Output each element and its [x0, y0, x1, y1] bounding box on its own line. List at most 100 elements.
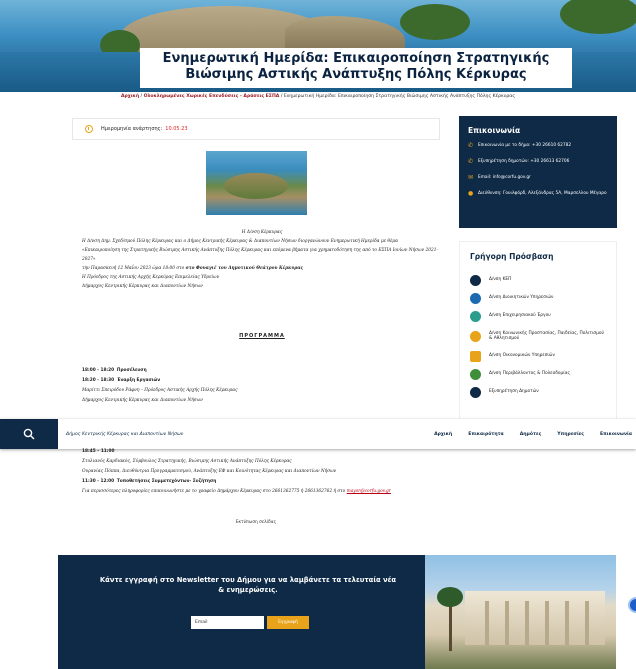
photo-column — [545, 601, 549, 645]
article-paragraph: Η Δ/νση Δημ. Σχεδ/σμού Πόλης Κέρκυρας κα… — [82, 239, 398, 244]
nav-citizens[interactable]: Δημότες — [520, 432, 542, 437]
newsletter-heading: Κάντε εγγραφή στο Newsletter του Δήμου γ… — [99, 576, 397, 594]
contact-box: Επικοινωνία ✆ Επικοινωνία με το δήμο: +30… — [459, 116, 617, 228]
nav-news[interactable]: Επικαιρότητα — [468, 432, 504, 437]
building-icon — [470, 274, 481, 286]
photo-column — [505, 601, 509, 645]
breadcrumb-home[interactable]: Αρχική — [121, 94, 139, 99]
print-link[interactable]: Εκτύπωση σελίδας — [0, 520, 512, 525]
program-list: 18:00 - 18:20 Προσέλευση 18:20 - 18:30 Έ… — [82, 366, 442, 406]
program-item: 18:45 – 11:00 — [82, 447, 442, 457]
program-time: 18:00 - 18:20 — [82, 368, 115, 373]
quick-link-label: Δ/νση Περιβάλλοντος & Πολεοδομίας — [489, 371, 570, 377]
program-item: 18:00 - 18:20 Προσέλευση — [82, 366, 442, 376]
article-paragraph: Δήμαρχος Κεντρικής Κέρκυρας και Διαποντί… — [82, 284, 203, 289]
newsletter-submit-button[interactable]: Εγγραφή — [267, 616, 309, 629]
program-item: 18:20 - 18:30 Έναρξη Εργασιών — [82, 376, 442, 386]
users-icon — [470, 292, 481, 304]
program-detail: Δήμαρχος Κεντρικής Κέρκυρας και Διαποντί… — [82, 398, 203, 403]
nav-home[interactable]: Αρχική — [434, 432, 452, 437]
main-menu: Αρχική Επικαιρότητα Δημότες Υπηρεσίες Επ… — [418, 432, 632, 437]
contact-row[interactable]: ✆ Επικοινωνία με το δήμο: +30 26610 62782 — [468, 143, 608, 159]
mail-icon: ✉ — [468, 174, 474, 181]
newsletter-email-input[interactable]: Email — [191, 616, 264, 629]
quick-link-label: Δ/νση Κοινωνικής Προστασίας, Παιδείας, Π… — [489, 330, 604, 342]
quick-link-label: Δ/νση ΚΕΠ — [489, 277, 512, 283]
phone-icon: ✆ — [468, 158, 474, 165]
phone-icon: ✆ — [468, 142, 474, 149]
program-title: Τοποθετήσεις Συμμετεχόντων- Συζήτηση — [116, 479, 217, 484]
title-box: Ενημερωτική Ημερίδα: Επικαιροποίηση Στρα… — [140, 48, 572, 88]
program-title: Έναρξη Εργασιών — [116, 378, 161, 383]
hero-tree — [560, 0, 636, 34]
program-detail: Στυλιανός Καρδιακός, Σύμβουλος Στρατηγικ… — [82, 459, 292, 464]
article-paragraph: «Επικαιροποίηση της Στρατηγικής Βιώσιμης… — [82, 248, 438, 262]
quick-link[interactable]: Δ/νση Επιχειρησιακού Έργου — [470, 307, 606, 325]
contact-note-text: Για περισσότερες πληροφορίες επικοινωνήσ… — [82, 489, 346, 494]
contact-text: Διεύθυνση: Γουιλφόρδ, Αλεξάνδρας 5Α, Μαρ… — [478, 191, 607, 196]
quick-link[interactable]: Δ/νση Οικονομικών Υπηρεσιών — [470, 347, 606, 365]
search-button[interactable] — [0, 419, 58, 449]
photo-column — [585, 601, 589, 645]
clock-icon — [85, 125, 93, 133]
quick-link-label: Εξυπηρέτηση Δημοτών — [489, 389, 539, 395]
mayor-email-link[interactable]: mayor@corfu.gov.gr — [347, 489, 391, 494]
hero-banner: Ενημερωτική Ημερίδα: Επικαιροποίηση Στρα… — [0, 0, 636, 92]
program-heading: ΠΡΟΓΡΑΜΜΑ — [239, 333, 285, 339]
contact-text: Επικοινωνία με το δήμο: +30 26610 62782 — [478, 143, 572, 148]
photo-caption: Η Δ/νση Κέρκυρας — [241, 230, 283, 235]
program-detail: Μαρίττι Σπειρόδου Ράφνη – Πρόεδρος Αστικ… — [82, 388, 238, 393]
breadcrumb-section[interactable]: Ολοκληρωμένες Χωρικές Επενδύσεις - Δράσε… — [144, 94, 280, 99]
contact-row[interactable]: ● Διεύθυνση: Γουιλφόρδ, Αλεξάνδρας 5Α, Μα… — [468, 191, 608, 213]
date-value: 10.05.23 — [165, 126, 188, 132]
article-photo — [206, 151, 307, 215]
quick-link[interactable]: Δ/νση ΚΕΠ — [470, 271, 606, 289]
finance-icon — [470, 350, 481, 362]
sticky-navbar: Δήμος Κεντρικής Κέρκυρας και Διαποντίων … — [0, 419, 636, 449]
program-list-continued: 18:45 – 11:00 Στυλιανός Καρδιακός, Σύμβο… — [82, 447, 442, 497]
photo-column — [485, 601, 489, 645]
contact-heading: Επικοινωνία — [468, 126, 521, 135]
palm-tree — [437, 587, 463, 651]
social-icon — [470, 330, 481, 342]
program-time: 18:45 – 11:00 — [82, 449, 115, 454]
post-date: Ημερομηνία ανάρτησης: 10.05.23 — [72, 118, 440, 140]
breadcrumb-current: Ενημερωτική Ημερίδα: Επικαιροποίηση Στρα… — [283, 94, 516, 99]
hero-tree — [400, 4, 470, 40]
quick-link[interactable]: Δ/νση Κοινωνικής Προστασίας, Παιδείας, Π… — [470, 325, 606, 347]
quick-link[interactable]: Δ/νση Διοικητικών Υπηρεσιών — [470, 289, 606, 307]
article-paragraph: την Παρασκευή 12 Μαΐου 2023 ώρα 18:00 στ… — [82, 264, 442, 273]
breadcrumb: Αρχική / Ολοκληρωμένες Χωρικές Επενδύσει… — [0, 94, 636, 99]
article-body: Η Δ/νση Κέρκυρας Η Δ/νση Δημ. Σχεδ/σμού … — [82, 228, 442, 291]
newsletter-photo — [425, 555, 616, 669]
quick-access-box: Γρήγορη Πρόσβαση Δ/νση ΚΕΠ Δ/νση Διοικητ… — [459, 241, 617, 421]
quick-link[interactable]: Εξυπηρέτηση Δημοτών — [470, 383, 606, 401]
contact-text: Εξυπηρέτηση δημοτών: +30 26613 62706 — [478, 159, 570, 164]
date-label: Ημερομηνία ανάρτησης: — [101, 126, 163, 132]
program-title: Προσέλευση — [116, 368, 147, 373]
environment-icon — [470, 368, 481, 380]
contact-text: Email: info@corfu.gov.gr — [478, 175, 531, 180]
program-time: 11:30 - 12:00 — [82, 479, 115, 484]
quick-access-heading: Γρήγορη Πρόσβαση — [470, 252, 554, 261]
nav-contact[interactable]: Επικοινωνία — [600, 432, 632, 437]
program-detail: Ουρανίας Πόππα, Διευθύντρια Προγραμματισ… — [82, 469, 337, 474]
program-time: 18:20 - 18:30 — [82, 378, 115, 383]
newsletter-section: Κάντε εγγραφή στο Newsletter του Δήμου γ… — [58, 555, 616, 669]
article-text: την Παρασκευή 12 Μαΐου 2023 ώρα 18:00 στ… — [82, 266, 186, 271]
work-icon — [470, 310, 481, 322]
service-icon — [470, 386, 481, 398]
venue-text: στο Φουαγιέ του Δημοτικού Θεάτρου Κέρκυρ… — [185, 266, 304, 271]
accessibility-button[interactable] — [628, 597, 636, 613]
nav-services[interactable]: Υπηρεσίες — [557, 432, 584, 437]
quick-link[interactable]: Δ/νση Περιβάλλοντος & Πολεοδομίας — [470, 365, 606, 383]
contact-row[interactable]: ✆ Εξυπηρέτηση δημοτών: +30 26613 62706 — [468, 159, 608, 175]
location-icon: ● — [468, 190, 474, 197]
contact-note: Για περισσότερες πληροφορίες επικοινωνήσ… — [82, 487, 442, 497]
site-title[interactable]: Δήμος Κεντρικής Κέρκυρας και Διαποντίων … — [66, 432, 418, 437]
article-paragraph: Η Πρόεδρος της Αστικής Αρχής Κερκύρας Επ… — [82, 275, 220, 280]
contact-row[interactable]: ✉ Email: info@corfu.gov.gr — [468, 175, 608, 191]
photo-column — [565, 601, 569, 645]
photo-column — [525, 601, 529, 645]
quick-link-label: Δ/νση Διοικητικών Υπηρεσιών — [489, 295, 554, 301]
